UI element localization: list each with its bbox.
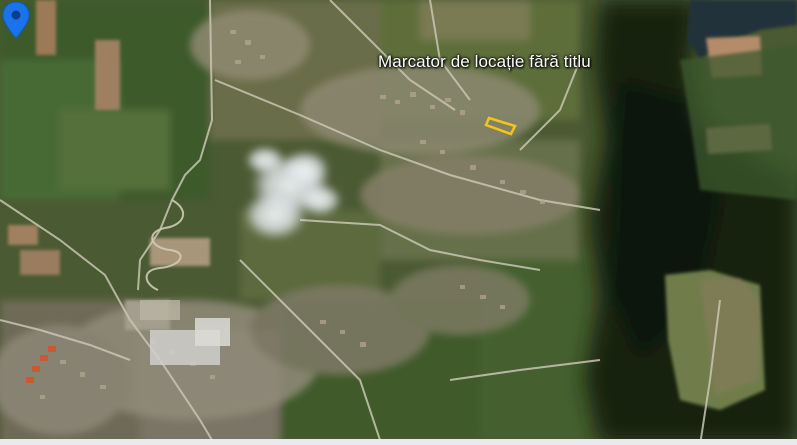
- marker-label[interactable]: Marcator de locație fără titlu: [378, 52, 591, 72]
- satellite-map[interactable]: Marcator de locație fără titlu: [0, 0, 797, 445]
- location-pin-icon[interactable]: [0, 0, 32, 40]
- map-bottom-bar: [0, 439, 797, 445]
